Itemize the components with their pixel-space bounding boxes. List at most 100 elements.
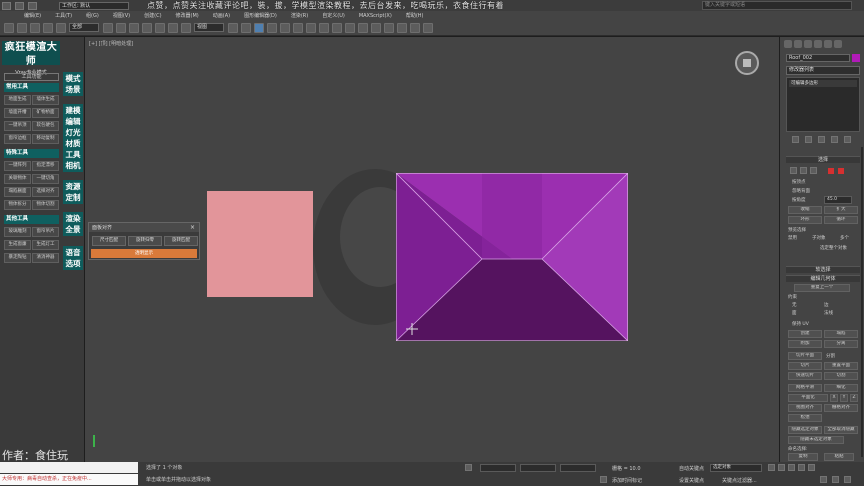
paste-button[interactable]: 粘贴 bbox=[824, 453, 854, 461]
planarize-y-button[interactable]: Y bbox=[840, 394, 848, 402]
element-mode-icon[interactable] bbox=[838, 168, 844, 174]
constraint-none-radio[interactable]: 无 bbox=[792, 302, 797, 308]
align-icon[interactable] bbox=[332, 22, 342, 33]
preview-disabled-radio[interactable]: 禁用 bbox=[788, 235, 797, 241]
selection-set-select[interactable]: 选定对象 bbox=[710, 464, 762, 472]
selection-filter-select[interactable]: 全部 bbox=[69, 23, 99, 32]
vertex-mode-icon[interactable] bbox=[790, 167, 797, 174]
size-match-button[interactable]: 尺寸匹配 bbox=[92, 236, 126, 246]
ignore-backface-checkbox[interactable]: 忽略背面 bbox=[792, 188, 810, 194]
menu-maxscript[interactable]: MAXScript(X) bbox=[359, 13, 392, 19]
special-btn-4[interactable]: 一键切角 bbox=[32, 174, 59, 184]
cut-button[interactable]: 切割 bbox=[824, 372, 858, 380]
manipulate-icon[interactable] bbox=[241, 22, 251, 33]
pink-box-object[interactable] bbox=[207, 191, 313, 297]
hierarchy-tab-icon[interactable] bbox=[804, 40, 812, 48]
redo-tool-icon[interactable] bbox=[17, 22, 27, 33]
other-btn-4[interactable]: 生成灯工 bbox=[32, 240, 59, 250]
ring-button[interactable]: 环形 bbox=[788, 216, 822, 224]
view-align-button[interactable]: 视图对齐 bbox=[788, 404, 822, 412]
named-selection-icon[interactable] bbox=[306, 22, 316, 33]
workspace-select[interactable]: 工作区: 默认 bbox=[59, 1, 129, 10]
display-tab-icon[interactable] bbox=[824, 40, 832, 48]
tab-modeling-tools[interactable]: 建模 编辑 灯光 材质 工具 相机 bbox=[63, 104, 83, 172]
angle-snap-icon[interactable] bbox=[267, 22, 277, 33]
attach-button[interactable]: 附加 bbox=[788, 340, 822, 348]
render-icon[interactable] bbox=[423, 22, 433, 33]
by-angle-checkbox[interactable]: 按角度 bbox=[792, 197, 806, 203]
zoom-icon[interactable] bbox=[820, 476, 827, 483]
menu-help[interactable]: 帮助(H) bbox=[406, 12, 424, 19]
split-checkbox[interactable]: 分割 bbox=[826, 353, 835, 359]
tab-mode-scene[interactable]: 模式 场景 bbox=[63, 72, 83, 96]
lock-selection-icon[interactable] bbox=[465, 464, 472, 471]
rotate-match-button[interactable]: 旋转匹配 bbox=[164, 236, 198, 246]
coord-z-field[interactable] bbox=[560, 464, 596, 472]
undo-tool-icon[interactable] bbox=[4, 22, 14, 33]
preview-subobject-radio[interactable]: 子对象 bbox=[812, 235, 826, 241]
other-btn-3[interactable]: 生成窗廉 bbox=[4, 240, 31, 250]
menu-graph-editors[interactable]: 图形编辑器(D) bbox=[244, 12, 277, 19]
menu-group[interactable]: 组(G) bbox=[86, 12, 99, 19]
slice-plane-button[interactable]: 切片平面 bbox=[788, 352, 822, 360]
tab-voice-options[interactable]: 语音 选项 bbox=[63, 246, 83, 270]
quickslice-button[interactable]: 快速切片 bbox=[788, 372, 822, 380]
window-crossing-icon[interactable] bbox=[142, 22, 152, 33]
shrink-button[interactable]: 收缩 bbox=[788, 206, 822, 214]
configure-sets-icon[interactable] bbox=[844, 136, 851, 143]
scale-icon[interactable] bbox=[181, 22, 191, 33]
tab-render-panorama[interactable]: 渲染 全景 bbox=[63, 212, 83, 236]
edge-mode-icon[interactable] bbox=[800, 167, 807, 174]
common-btn-7[interactable]: 窗帘边框 bbox=[4, 134, 31, 144]
search-input[interactable]: 键入关键字或短语 bbox=[702, 1, 852, 10]
material-editor-icon[interactable] bbox=[384, 22, 394, 33]
dialog-titlebar[interactable]: 面板对齐 × bbox=[89, 223, 199, 232]
viewcube-icon[interactable] bbox=[735, 51, 759, 75]
menu-create[interactable]: 创建(C) bbox=[144, 12, 161, 19]
other-btn-5[interactable]: 暴走陶钻 bbox=[4, 253, 31, 263]
curve-editor-icon[interactable] bbox=[358, 22, 368, 33]
pivot-icon[interactable] bbox=[228, 22, 238, 33]
command-panel-scrollbar[interactable] bbox=[861, 147, 863, 457]
menu-customize[interactable]: 自定义(U) bbox=[322, 12, 345, 19]
planarize-x-button[interactable]: X bbox=[830, 394, 838, 402]
coord-y-field[interactable] bbox=[520, 464, 556, 472]
common-btn-1[interactable]: 地面生成 bbox=[4, 95, 31, 105]
constraint-face-radio[interactable]: 面 bbox=[792, 310, 797, 316]
special-btn-8[interactable]: 物体切割 bbox=[32, 200, 59, 210]
select-object-icon[interactable] bbox=[103, 22, 113, 33]
select-by-name-icon[interactable] bbox=[116, 22, 126, 33]
show-end-result-icon[interactable] bbox=[805, 136, 812, 143]
viewport-label[interactable]: [+] [顶] [明暗处理] bbox=[89, 40, 133, 47]
preserve-uv-checkbox[interactable]: 保持 UV bbox=[792, 321, 809, 327]
orbit-icon[interactable] bbox=[844, 476, 851, 483]
transparent-display-button[interactable]: 透明显示 bbox=[91, 249, 197, 258]
angle-value-field[interactable]: 45.0 bbox=[824, 196, 852, 204]
planarize-z-button[interactable]: Z bbox=[850, 394, 858, 402]
common-btn-6[interactable]: 软包硬包 bbox=[32, 121, 59, 131]
slice-button[interactable]: 切片 bbox=[788, 362, 822, 370]
repeat-last-button[interactable]: 重复上一个 bbox=[794, 284, 850, 292]
roof-object[interactable] bbox=[396, 173, 628, 341]
common-btn-2[interactable]: 墙体生成 bbox=[32, 95, 59, 105]
menu-animation[interactable]: 动画(A) bbox=[213, 12, 230, 19]
viewport-top[interactable]: [+] [顶] [明暗处理] 面板对齐 × 尺寸匹配 旋转归零 旋转匹配 透明显… bbox=[85, 37, 779, 462]
stack-item-editable-poly[interactable]: 可编辑多边形 bbox=[789, 80, 857, 87]
percent-snap-icon[interactable] bbox=[280, 22, 290, 33]
special-btn-2[interactable]: 指定漂移 bbox=[32, 161, 59, 171]
rotate-reset-button[interactable]: 旋转归零 bbox=[128, 236, 162, 246]
rollout-soft-selection[interactable]: 软选择 bbox=[786, 266, 860, 273]
common-btn-4[interactable]: 矿物桥面 bbox=[32, 108, 59, 118]
close-icon[interactable]: × bbox=[190, 224, 195, 231]
menu-modifiers[interactable]: 修改器(M) bbox=[176, 12, 199, 19]
schematic-view-icon[interactable] bbox=[371, 22, 381, 33]
collapse-button[interactable]: 塌陷 bbox=[824, 330, 858, 338]
detach-button[interactable]: 分离 bbox=[824, 340, 858, 348]
move-icon[interactable] bbox=[155, 22, 165, 33]
undo-icon[interactable] bbox=[15, 1, 24, 10]
common-btn-5[interactable]: 一键吊顶 bbox=[4, 121, 31, 131]
bind-spacewarp-icon[interactable] bbox=[56, 22, 66, 33]
by-vertex-checkbox[interactable]: 按顶点 bbox=[792, 179, 806, 185]
common-btn-8[interactable]: 移动复制 bbox=[32, 134, 59, 144]
border-mode-icon[interactable] bbox=[810, 167, 817, 174]
